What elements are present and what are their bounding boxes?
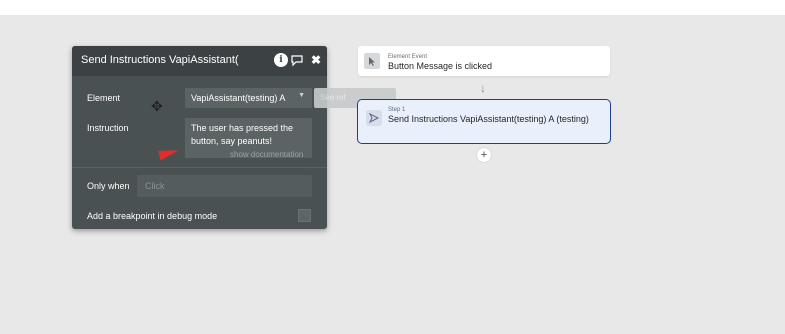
divider xyxy=(72,167,327,168)
add-step-button[interactable]: + xyxy=(477,148,491,162)
red-arrow-annotation xyxy=(158,145,180,161)
cursor-click-icon xyxy=(364,53,380,69)
instruction-label: Instruction xyxy=(87,123,129,133)
info-icon[interactable]: i xyxy=(274,53,288,67)
panel-header[interactable]: Send Instructions VapiAssistant( i ✖ xyxy=(72,46,327,76)
move-cursor-icon: ✥ xyxy=(151,98,163,114)
send-icon xyxy=(366,110,382,126)
show-documentation-link[interactable]: show documentation xyxy=(230,150,303,159)
element-select[interactable]: VapiAssistant(testing) A ▼ xyxy=(185,88,312,108)
chevron-down-icon: ▼ xyxy=(298,92,305,99)
flow-arrow-icon: ↓ xyxy=(480,81,486,95)
step-title: Send Instructions VapiAssistant(testing)… xyxy=(388,114,589,124)
breakpoint-label: Add a breakpoint in debug mode xyxy=(87,211,218,221)
element-label: Element xyxy=(87,93,121,103)
breakpoint-checkbox[interactable] xyxy=(298,209,311,222)
only-when-label: Only when xyxy=(87,181,130,191)
step-card[interactable]: Step 1 Send Instructions VapiAssistant(t… xyxy=(357,99,611,144)
panel-title: Send Instructions VapiAssistant( xyxy=(81,54,239,66)
element-select-value: VapiAssistant(testing) A xyxy=(191,93,286,103)
step-kicker: Step 1 xyxy=(388,107,406,113)
event-card[interactable]: Element Event Button Message is clicked xyxy=(358,46,610,76)
event-kicker: Element Event xyxy=(388,54,428,60)
comment-icon[interactable] xyxy=(290,53,304,67)
close-icon[interactable]: ✖ xyxy=(309,53,323,67)
only-when-input[interactable]: Click xyxy=(137,175,312,197)
property-editor-panel: Send Instructions VapiAssistant( i ✖ Ele… xyxy=(72,46,396,229)
event-title: Button Message is clicked xyxy=(388,61,493,71)
